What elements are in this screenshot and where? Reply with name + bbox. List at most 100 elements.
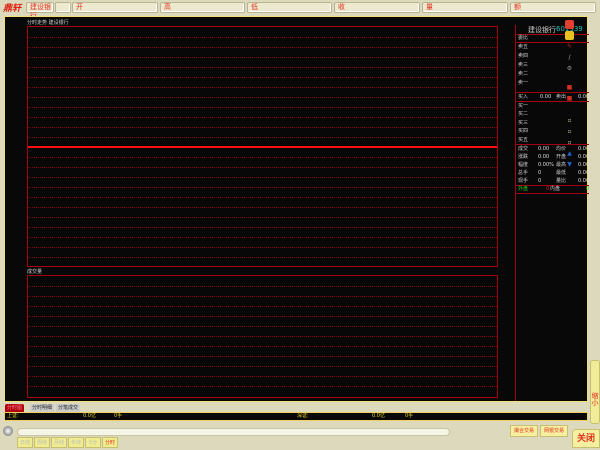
stat-value: 0.00 — [578, 162, 590, 168]
grid-line — [28, 117, 497, 118]
grid-line — [28, 77, 497, 78]
stat-label: 幅度 — [518, 162, 529, 168]
period-button[interactable]: 日线 — [17, 437, 33, 448]
inner-label: 内盘 — [550, 186, 561, 192]
stat-row: 成交 0.00 均价 0.00 — [518, 145, 589, 153]
clock-icon[interactable] — [3, 426, 13, 436]
grid-line — [28, 257, 497, 258]
zoom-icon-3[interactable]: ▫ — [565, 138, 574, 147]
tool-icon-1[interactable]: ■ — [565, 83, 574, 92]
stat-row: 总手 0 最低 0.00 — [518, 169, 589, 177]
buy-level-label: 买五 — [518, 136, 529, 143]
stat-label: 量比 — [556, 178, 567, 184]
volume-field: 量 — [422, 2, 508, 13]
zoom-icon-1[interactable]: ▫ — [565, 116, 574, 125]
sh-amount: 0.0亿 — [83, 413, 96, 419]
stat-value: 0.00 — [578, 154, 590, 160]
sell-level-label: 卖四 — [518, 53, 529, 59]
grid-line — [28, 386, 497, 387]
buy-level-label: 买二 — [518, 111, 529, 118]
period-button[interactable]: 5分 — [85, 437, 101, 448]
stat-row: 幅度 0.00% 最高 0.00 — [518, 161, 589, 169]
period-button[interactable]: 周线 — [34, 437, 50, 448]
open-field: 开 — [72, 2, 158, 13]
grid-line — [28, 67, 497, 68]
sell-level-label: 卖五 — [518, 44, 529, 50]
command-input[interactable] — [17, 428, 450, 436]
grid-line — [28, 137, 497, 138]
buy-sell-row: 买入 0.00 卖出 0.00 — [518, 93, 589, 101]
grid-line — [28, 316, 497, 317]
grid-line — [28, 37, 497, 38]
grid-line — [28, 296, 497, 297]
grid-line — [28, 286, 497, 287]
outer-label: 外盘 — [518, 186, 529, 192]
pen-icon[interactable]: ✎ — [565, 42, 574, 51]
low-field: 低 — [247, 2, 332, 13]
stat-label: 成交 — [518, 146, 529, 152]
stock-name-field[interactable]: 建设银行 — [26, 2, 54, 20]
volume-chart[interactable] — [27, 275, 498, 398]
high-field: 高 — [160, 2, 245, 13]
grid-line — [28, 47, 497, 48]
tab-timeshare[interactable]: 分时图 — [5, 404, 25, 412]
tab-detail[interactable]: 分时明细 — [30, 404, 55, 412]
buy-level-label: 买三 — [518, 119, 529, 126]
bank-trade-button[interactable]: 网银交易 — [540, 425, 568, 437]
stat-value: 0.00% — [538, 162, 554, 168]
stat-value: 0 — [538, 170, 542, 176]
stat-value: 0.00 — [578, 178, 590, 184]
zoom-icon-2[interactable]: ▫ — [565, 127, 574, 136]
chart-title: 分时走势 建设银行 — [27, 20, 69, 26]
blank-field[interactable] — [55, 2, 71, 13]
sell-level-label: 卖二 — [518, 71, 529, 77]
up-icon[interactable]: ▲ — [565, 149, 574, 158]
period-button[interactable]: 分时 — [102, 437, 118, 448]
down-icon[interactable]: ▼ — [565, 160, 574, 169]
close-button[interactable]: 关闭 — [572, 429, 600, 448]
pencil-icon[interactable]: / — [565, 53, 574, 62]
grid-line — [28, 237, 497, 238]
stat-value: 0.00 — [538, 154, 550, 160]
grid-line — [28, 177, 497, 178]
stat-value: 0.00 — [578, 170, 590, 176]
outer-value: 0 — [546, 186, 550, 192]
buy-level-label: 买四 — [518, 128, 529, 135]
tool-icon-2[interactable]: ■ — [565, 94, 574, 103]
grid-line — [28, 97, 497, 98]
grid-line — [28, 167, 497, 168]
price-chart[interactable] — [27, 26, 498, 267]
period-button[interactable]: 年线 — [68, 437, 84, 448]
match-trade-button[interactable]: 撮合交易 — [510, 425, 538, 437]
stat-value: 0 — [538, 178, 542, 184]
buy-value: 0.00 — [540, 94, 552, 100]
grid-line — [28, 197, 497, 198]
grid-line — [28, 376, 497, 377]
main-panel: 分时走势 建设银行 成交量 建设银行 601939 委比 卖五 卖四 卖三 卖二 卖一 … — [4, 16, 589, 402]
period-button[interactable]: 月线 — [51, 437, 67, 448]
sh-label: 上证: — [7, 413, 19, 419]
quote-panel: 建设银行 601939 委比 卖五 卖四 卖三 卖二 卖一 买入 0.00 卖出 0.0… — [515, 25, 589, 401]
grid-line — [28, 356, 497, 357]
buy-level-label: 买一 — [518, 103, 529, 109]
index-status-bar: 上证: 0.0亿 0手 深证: 0.0亿 0手 — [4, 412, 588, 421]
settings-icon[interactable]: ⚙ — [565, 64, 574, 73]
grid-line — [28, 107, 497, 108]
color-icon[interactable] — [565, 31, 574, 40]
grid-line — [28, 157, 497, 158]
sell-level-label: 卖一 — [518, 80, 529, 86]
grid-line — [28, 217, 497, 218]
weibi-label: 委比 — [518, 35, 529, 41]
sell-level-label: 卖三 — [518, 62, 529, 68]
minimize-button[interactable]: 缩小 — [590, 360, 600, 424]
buy-label: 买入 — [518, 94, 529, 100]
stat-label: 现手 — [518, 178, 529, 184]
record-icon[interactable] — [565, 20, 574, 29]
tab-ticks[interactable]: 分笔成交 — [56, 404, 81, 412]
stat-row: 涨跌 0.00 开盘 0.00 — [518, 153, 589, 161]
stat-label: 涨跌 — [518, 154, 529, 160]
weibi-row: 委比 — [518, 34, 589, 42]
stat-label: 总手 — [518, 170, 529, 176]
sell-value: 0.00 — [578, 94, 590, 100]
baseline — [28, 146, 497, 148]
